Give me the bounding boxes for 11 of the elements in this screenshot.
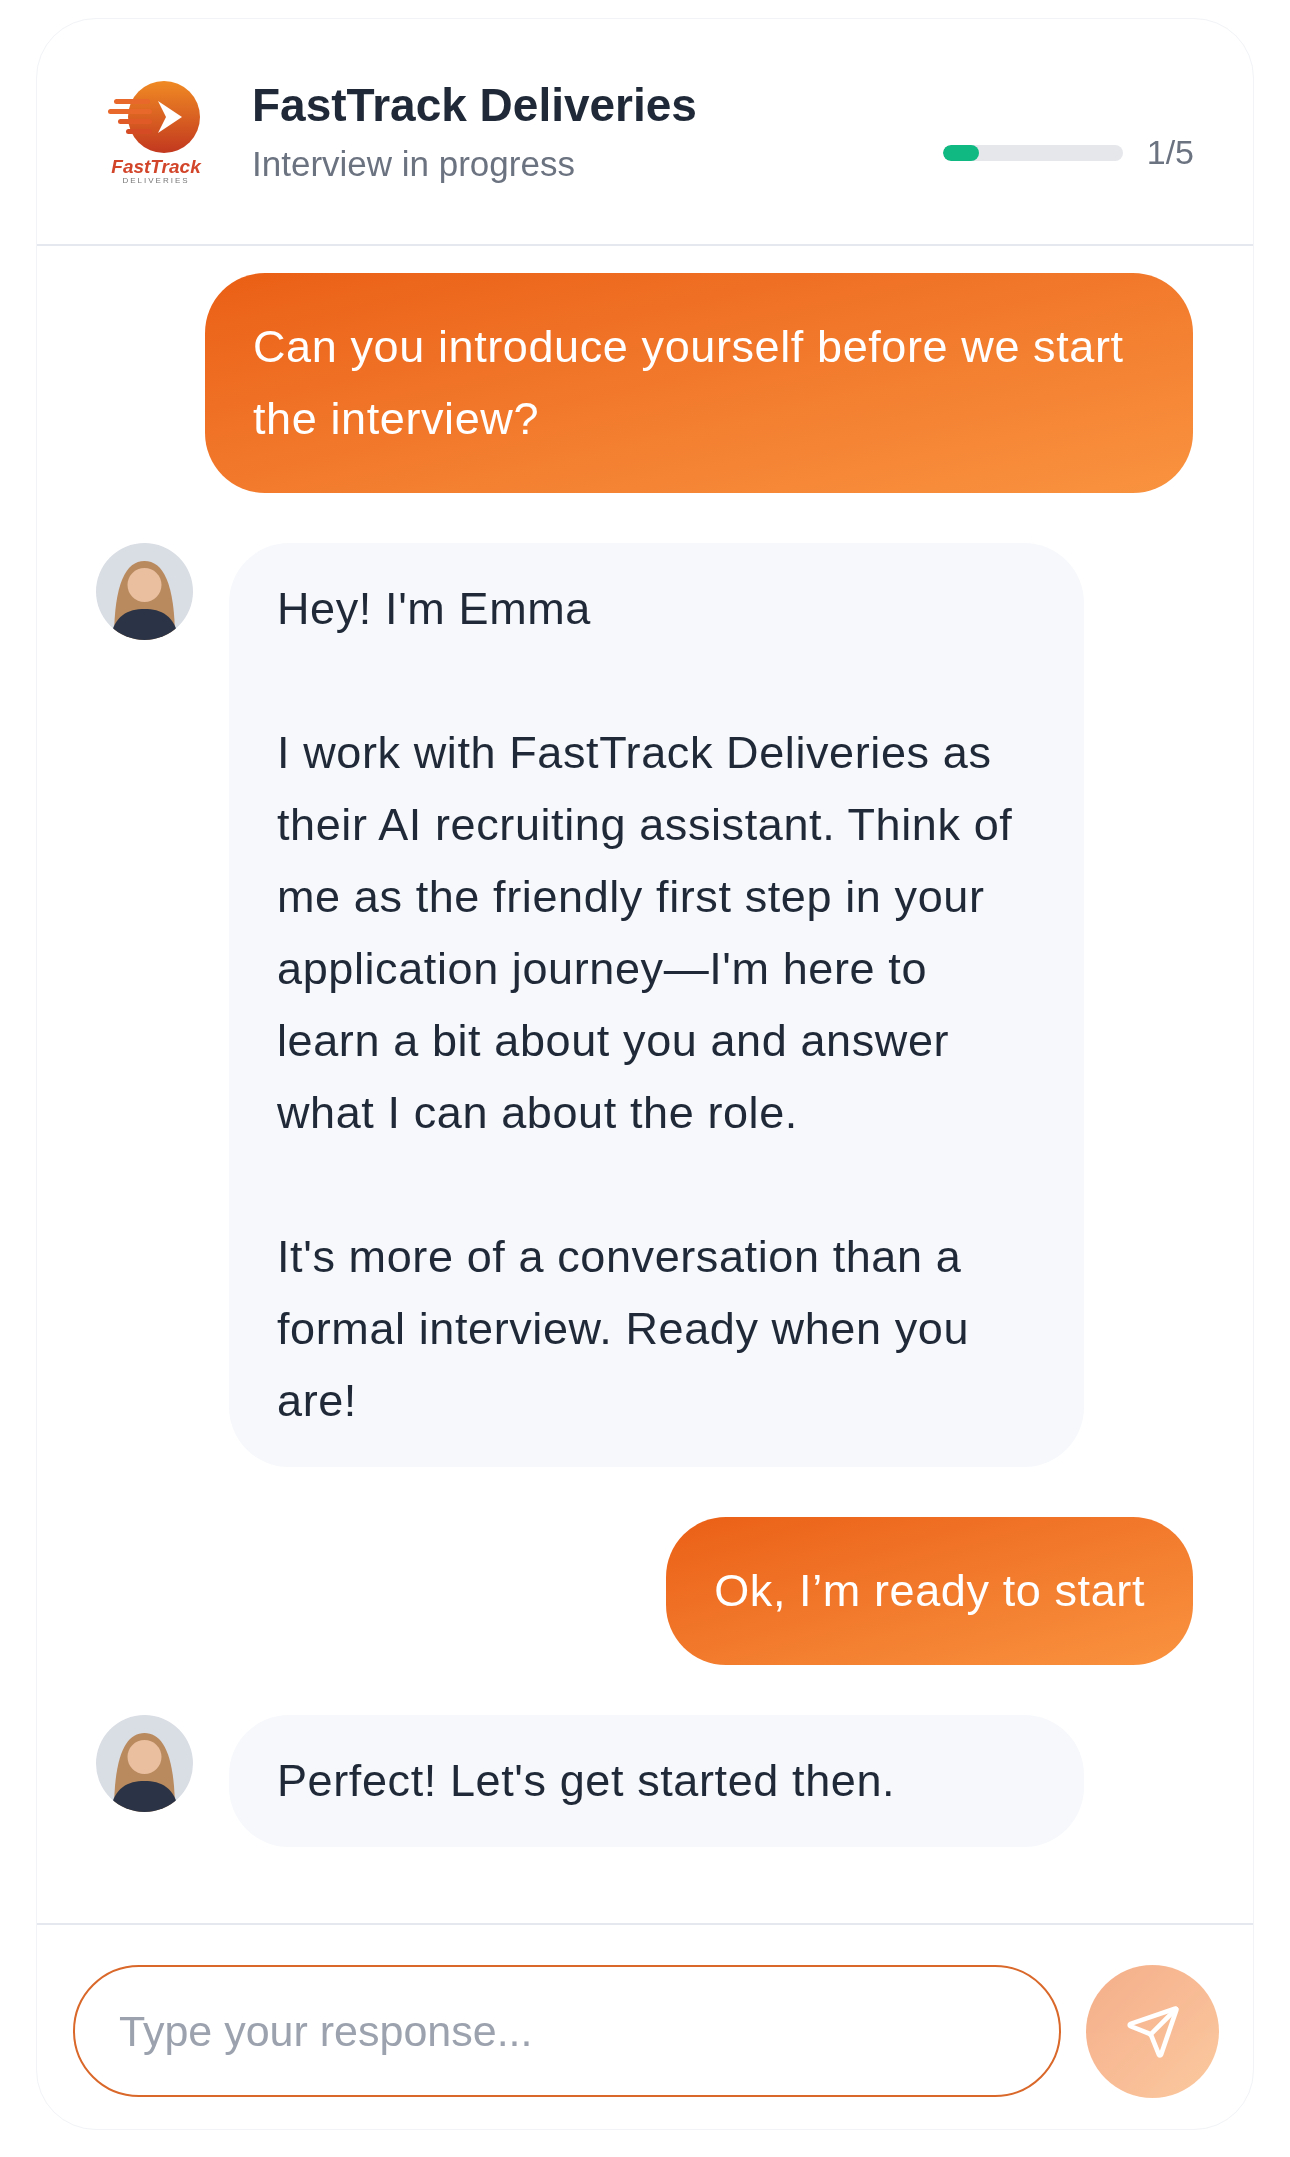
logo-wordmark: FastTrack (111, 157, 201, 176)
status-subtitle: Interview in progress (252, 143, 576, 186)
response-input[interactable]: Type your response... (73, 1965, 1061, 2097)
send-icon (1124, 2003, 1181, 2060)
company-title: FastTrack Deliveries (252, 77, 698, 133)
logo-tagline: DELIVERIES (122, 176, 190, 186)
progress-count: 1/5 (1146, 132, 1194, 173)
assistant-message: Perfect! Let's get started then. (229, 1715, 1084, 1847)
user-message: Can you introduce yourself before we start the interview? (205, 273, 1193, 493)
assistant-message: Hey! I'm Emma I work with FastTrack Deliveries as their AI recruiting assistant. Think of me as the friendly first step in your application journey—I'm here to learn a bit about you and answer what I can about the role. It's more of a conversation than a formal interview. Ready when you are! (229, 543, 1084, 1467)
user-message: Ok, I’m ready to start (666, 1517, 1193, 1665)
